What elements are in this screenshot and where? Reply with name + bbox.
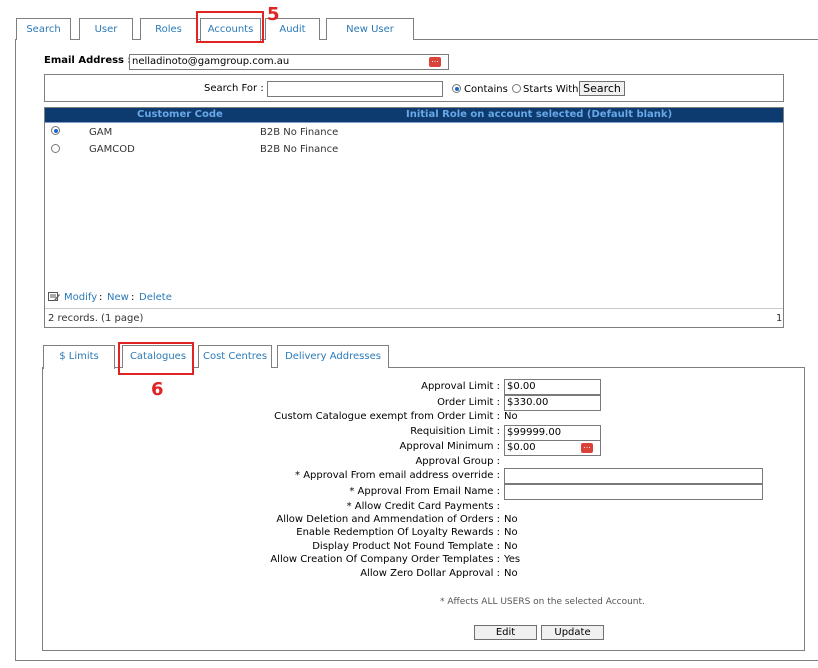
requisition-limit-label: Requisition Limit :: [410, 426, 500, 437]
product-not-found-value: No: [504, 541, 518, 552]
tab-cost-centres[interactable]: Cost Centres: [198, 345, 272, 368]
tab-delivery-addresses[interactable]: Delivery Addresses: [277, 345, 389, 368]
row-gamcod-role: B2B No Finance: [260, 144, 339, 155]
header-underline: [45, 122, 783, 123]
deletion-amendment-label: Allow Deletion and Ammendation of Orders…: [276, 514, 500, 525]
header-customer-code: Customer Code: [137, 109, 223, 120]
zero-dollar-value: No: [504, 568, 518, 579]
row-gam-code: GAM: [89, 127, 113, 138]
starts-with-label: Starts With: [523, 84, 579, 95]
tab-limits[interactable]: $ Limits: [43, 345, 115, 369]
annotation-box-catalogues: [118, 342, 194, 375]
tab-search[interactable]: Search: [16, 18, 71, 40]
email-field[interactable]: nelladinoto@gamgroup.com.au: [129, 54, 449, 70]
custom-catalogue-value: No: [504, 411, 518, 422]
order-limit-label: Order Limit :: [437, 397, 500, 408]
approval-email-name-field[interactable]: [504, 484, 763, 500]
starts-with-radio[interactable]: [512, 84, 521, 93]
approval-group-label: Approval Group :: [415, 456, 500, 467]
custom-catalogue-label: Custom Catalogue exempt from Order Limit…: [274, 411, 500, 422]
update-button[interactable]: Update: [541, 625, 604, 640]
contains-label: Contains: [464, 84, 508, 95]
approval-minimum-lookup-icon[interactable]: ...: [581, 442, 593, 453]
approval-email-override-label: * Approval From email address override :: [295, 470, 500, 481]
delete-link[interactable]: Delete: [139, 292, 172, 303]
approval-email-name-label: * Approval From Email Name :: [349, 486, 500, 497]
row-gamcod-radio[interactable]: [51, 144, 60, 153]
product-not-found-label: Display Product Not Found Template :: [312, 541, 500, 552]
credit-card-label: * Allow Credit Card Payments :: [346, 501, 500, 512]
search-button[interactable]: Search: [579, 81, 625, 96]
search-input[interactable]: [267, 81, 443, 97]
edit-button[interactable]: Edit: [474, 625, 537, 640]
loyalty-value: No: [504, 527, 518, 538]
header-initial-role: Initial Role on account selected (Defaul…: [406, 109, 673, 120]
row-gam-radio[interactable]: [51, 126, 60, 135]
contains-radio[interactable]: [452, 84, 461, 93]
email-lookup-icon[interactable]: ...: [429, 56, 441, 67]
row-gam-role: B2B No Finance: [260, 127, 339, 138]
approval-limit-field[interactable]: $0.00: [504, 379, 601, 395]
modify-link[interactable]: Modify: [64, 292, 97, 303]
footnote: * Affects ALL USERS on the selected Acco…: [440, 597, 645, 607]
order-limit-field[interactable]: $330.00: [504, 395, 601, 411]
zero-dollar-label: Allow Zero Dollar Approval :: [360, 568, 500, 579]
page-number[interactable]: 1: [776, 313, 782, 324]
deletion-amendment-value: No: [504, 514, 518, 525]
records-count: 2 records. (1 page): [48, 313, 144, 324]
grid-footer-divider: [45, 308, 783, 309]
approval-minimum-label: Approval Minimum :: [399, 441, 500, 452]
annotation-box-accounts: [196, 11, 264, 43]
tab-user[interactable]: User: [79, 18, 133, 40]
tab-roles[interactable]: Roles: [140, 18, 197, 40]
email-label: Email Address :: [44, 55, 132, 66]
annotation-step-5: 5: [267, 4, 280, 25]
approval-email-override-field[interactable]: [504, 468, 763, 484]
company-templates-value: Yes: [504, 554, 521, 565]
annotation-step-6: 6: [151, 379, 164, 400]
loyalty-label: Enable Redemption Of Loyalty Rewards :: [296, 527, 500, 538]
new-link[interactable]: New: [107, 292, 129, 303]
approval-limit-label: Approval Limit :: [421, 381, 500, 392]
tab-new-user[interactable]: New User: [326, 18, 414, 40]
search-label: Search For :: [204, 83, 264, 94]
edit-grid-icon[interactable]: [48, 291, 60, 302]
requisition-limit-field[interactable]: $99999.00: [504, 425, 601, 441]
company-templates-label: Allow Creation Of Company Order Template…: [270, 554, 500, 565]
actions-separator-1: :: [99, 292, 103, 303]
actions-separator-2: :: [131, 292, 135, 303]
row-gamcod-code: GAMCOD: [89, 144, 135, 155]
